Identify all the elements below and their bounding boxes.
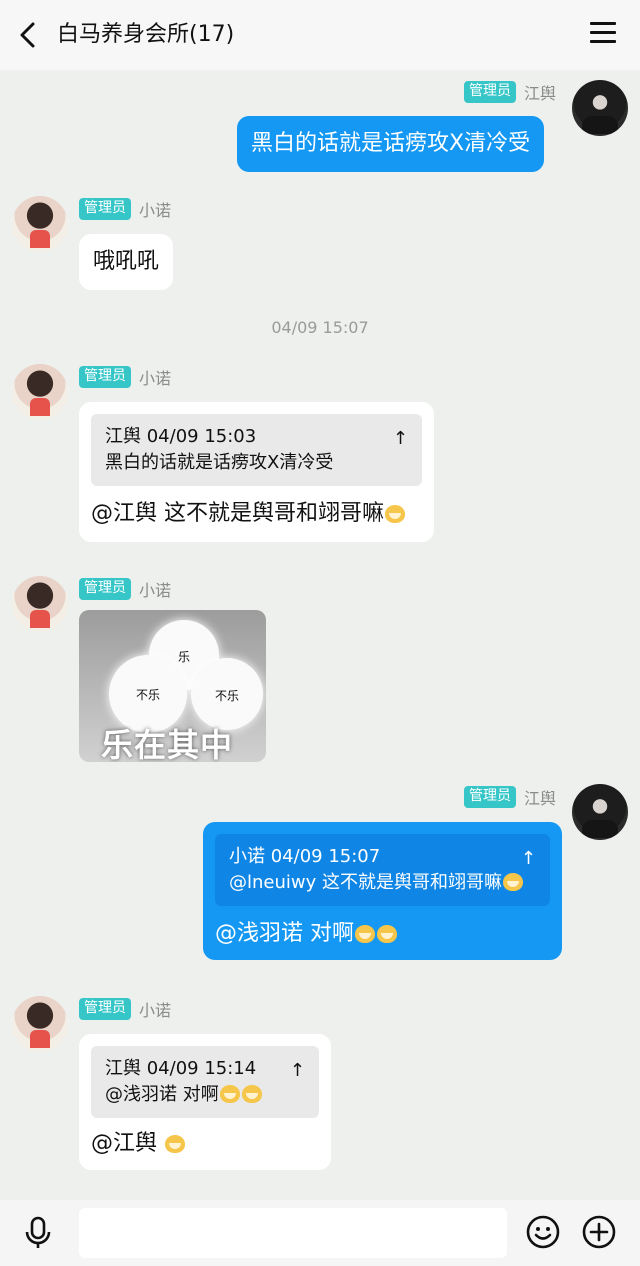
message-text-row: @江舆 [91,1130,319,1158]
sender-nickname: 小诺 [139,581,172,600]
quote-text: @浅羽诺 对啊 [105,1084,219,1105]
message-text: @浅羽诺 对啊 [215,921,354,946]
quote-text-row: @浅羽诺 对啊 [105,1082,305,1108]
hamster-emoji-icon [384,503,406,523]
quote-text-row: @lneuiwy 这不就是舆哥和翊哥嘛 [229,870,536,896]
top-bar: 白马养身会所(17) [0,0,640,70]
quote-header: 江舆 04/09 15:14 [105,1058,257,1079]
message-meta: 管理员 小诺 [79,577,171,601]
hamster-emoji-icon [241,1083,263,1103]
quote-header: 小诺 04/09 15:07 [229,846,381,867]
jump-to-quote-icon[interactable]: ↑ [521,846,536,872]
admin-badge: 管理员 [79,578,131,600]
admin-badge: 管理员 [79,198,131,220]
message-text: @江舆 [91,1131,164,1156]
avatar[interactable] [12,364,68,420]
jump-to-quote-icon[interactable]: ↑ [393,426,408,452]
message-bubble[interactable]: 黑白的话就是话痨攻X清冷受 [237,116,545,172]
sticker-label: 不乐 [214,688,239,703]
chat-timestamp: 04/09 15:07 [271,318,369,337]
message-bubble[interactable]: 江舆 04/09 15:03 黑白的话就是话痨攻X清冷受 ↑ @江舆 这不就是舆… [79,402,434,542]
avatar[interactable] [572,80,628,136]
message-text: 黑白的话就是话痨攻X清冷受 [251,131,531,156]
chevron-left-icon[interactable] [14,20,42,50]
message-meta: 管理员 小诺 [79,197,171,221]
message-meta: 管理员 江舆 [463,785,556,809]
quote-header: 江舆 04/09 15:03 [105,426,257,447]
plus-icon[interactable] [582,1215,616,1249]
admin-badge: 管理员 [463,81,516,103]
hamster-emoji-icon [164,1133,186,1153]
sender-nickname: 小诺 [139,201,172,220]
message-text-row: @江舆 这不就是舆哥和翊哥嘛 [91,500,422,528]
emoji-icon[interactable] [526,1215,560,1249]
jump-to-quote-icon[interactable]: ↑ [290,1058,305,1084]
sender-nickname: 小诺 [139,1001,172,1020]
message-text: @江舆 这不就是舆哥和翊哥嘛 [91,501,384,526]
avatar[interactable] [572,784,628,840]
message-meta: 管理员 小诺 [79,997,171,1021]
hamburger-menu-icon[interactable] [590,22,616,46]
message-text: 哦吼吼 [93,249,160,274]
sticker-label: 不乐 [135,688,160,703]
hamster-emoji-icon [354,923,376,943]
hamster-emoji-icon [502,871,524,891]
sender-nickname: 江舆 [523,789,556,808]
quoted-message[interactable]: 江舆 04/09 15:14 @浅羽诺 对啊 ↑ [91,1046,319,1118]
avatar[interactable] [12,196,68,252]
message-input[interactable] [79,1208,507,1258]
avatar[interactable] [12,996,68,1052]
sender-nickname: 江舆 [523,84,556,103]
message-bubble[interactable]: 小诺 04/09 15:07 @lneuiwy 这不就是舆哥和翊哥嘛 ↑ @浅羽… [203,822,562,960]
quoted-message[interactable]: 小诺 04/09 15:07 @lneuiwy 这不就是舆哥和翊哥嘛 ↑ [215,834,550,906]
sticker-caption: 乐在其中 [101,726,234,762]
sticker-image[interactable]: 乐 不乐 不乐 乐在其中 [79,610,266,762]
quoted-message[interactable]: 江舆 04/09 15:03 黑白的话就是话痨攻X清冷受 ↑ [91,414,422,486]
admin-badge: 管理员 [79,366,131,388]
composer-bar [0,1200,640,1266]
quote-text: 黑白的话就是话痨攻X清冷受 [105,452,334,473]
message-meta: 管理员 小诺 [79,365,171,389]
message-bubble[interactable]: 哦吼吼 [79,234,174,290]
microphone-icon[interactable] [22,1216,54,1250]
message-bubble[interactable]: 江舆 04/09 15:14 @浅羽诺 对啊 ↑ @江舆 [79,1034,331,1170]
admin-badge: 管理员 [463,786,516,808]
message-meta: 管理员 江舆 [463,80,556,104]
avatar[interactable] [12,576,68,632]
hamster-emoji-icon [219,1083,241,1103]
quote-text: @lneuiwy 这不就是舆哥和翊哥嘛 [229,872,502,893]
message-text-row: @浅羽诺 对啊 [215,920,550,948]
admin-badge: 管理员 [79,998,131,1020]
sender-nickname: 小诺 [139,369,172,388]
hamster-emoji-icon [376,923,398,943]
chat-title: 白马养身会所(17) [57,22,235,47]
